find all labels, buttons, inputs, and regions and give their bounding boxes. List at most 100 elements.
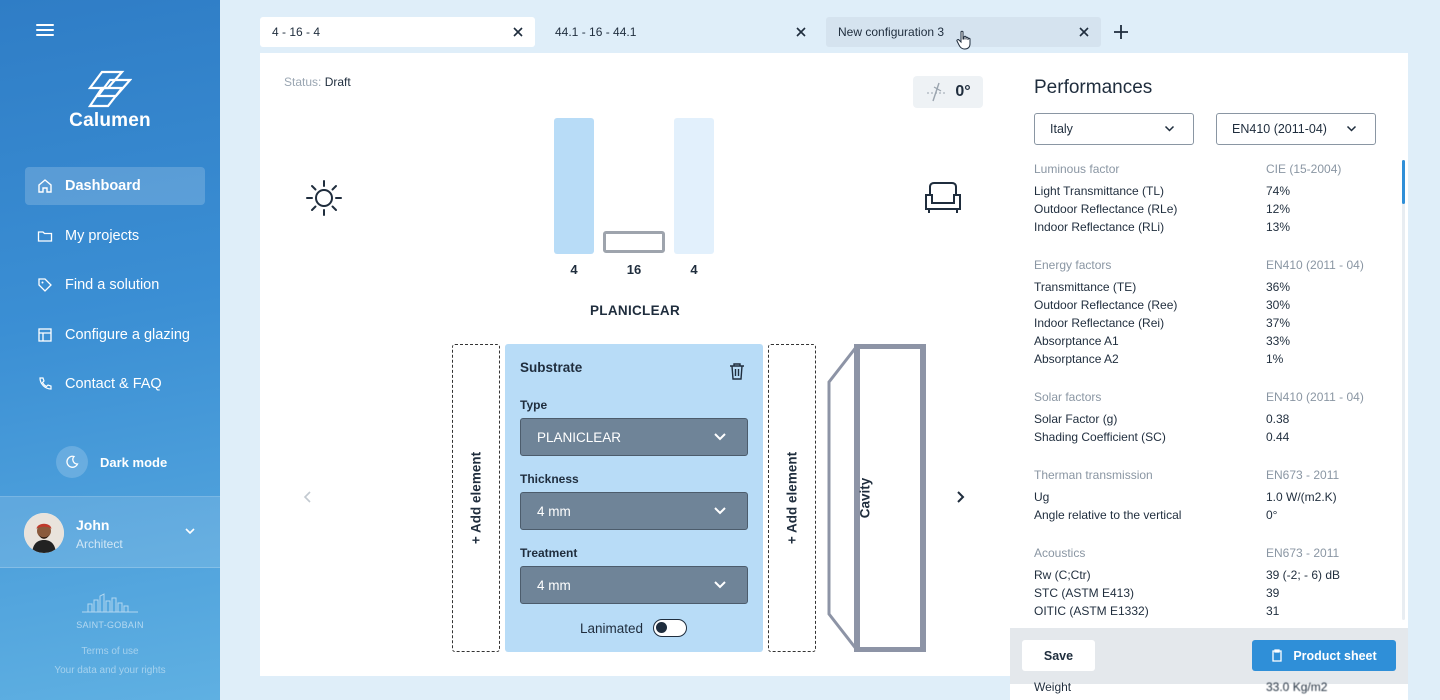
laminated-toggle[interactable] (653, 619, 688, 637)
perf-label: Indoor Reflectance (RLi) (1034, 220, 1165, 234)
perf-label: Shading Coefficient (SC) (1034, 430, 1166, 444)
menu-icon[interactable] (36, 24, 54, 38)
thickness-label: Thickness (520, 472, 579, 486)
trash-icon[interactable] (729, 362, 745, 380)
section-standard: EN410 (2011 - 04) (1266, 258, 1364, 272)
nav-item-my-projects[interactable]: My projects (25, 217, 205, 255)
layer-thickness: 16 (626, 262, 642, 277)
status-text: Status: Draft (284, 75, 351, 89)
type-label: Type (520, 398, 548, 412)
user-name: John (76, 517, 110, 533)
perf-value: 74% (1266, 184, 1291, 198)
tab-config-2[interactable]: 44.1 - 16 - 44.1 (543, 17, 818, 47)
type-select[interactable]: PLANICLEAR (520, 418, 748, 456)
sidebar: Calumen Dashboard My projects Find a sol… (0, 0, 220, 700)
brand-logo: Calumen (0, 70, 220, 132)
close-icon[interactable] (511, 25, 525, 39)
dark-mode-label: Dark mode (100, 454, 168, 470)
section-standard: CIE (15-2004) (1266, 162, 1342, 176)
add-element-label: + Add element (468, 451, 484, 545)
perf-label: Light Transmittance (TL) (1034, 184, 1165, 198)
perf-row: Angle relative to the vertical 0° (1034, 506, 1374, 524)
add-tab-plus-icon[interactable] (1112, 23, 1130, 41)
nav-item-label: My projects (65, 227, 140, 244)
perf-label: Ug (1034, 490, 1050, 504)
cavity-label: Cavity (857, 477, 873, 519)
perf-label: Rw (C;Ctr) (1034, 568, 1091, 582)
configuration-canvas: Status: Draft 0° 4 16 4 PLANICLEAR + Add… (260, 53, 1010, 676)
section-title: Luminous factor (1034, 162, 1120, 176)
cavity-element[interactable] (827, 344, 927, 652)
nav-item-contact-faq[interactable]: Contact & FAQ (25, 365, 205, 403)
moon-icon (56, 446, 88, 478)
chevron-right-icon[interactable] (954, 490, 966, 504)
glass-layer-1[interactable] (554, 118, 594, 254)
product-sheet-button[interactable]: Product sheet (1252, 640, 1396, 671)
rights-link[interactable]: Your data and your rights (0, 665, 220, 676)
cavity-layer[interactable] (603, 231, 665, 253)
chevron-down-icon[interactable] (184, 525, 196, 537)
perf-value: 37% (1266, 316, 1291, 330)
close-icon[interactable] (794, 25, 808, 39)
add-element-button-right[interactable]: + Add element (768, 344, 816, 652)
perf-value: 0.44 (1266, 430, 1290, 444)
glazing-angle-icon (927, 82, 946, 102)
section-title: Acoustics (1034, 546, 1086, 560)
nav-item-dashboard[interactable]: Dashboard (25, 167, 205, 205)
angle-control[interactable]: 0° (913, 76, 983, 108)
perf-row: Transmittance (TE) 36% (1034, 278, 1374, 296)
perf-value: 0.38 (1266, 412, 1290, 426)
perf-label: Absorptance A1 (1034, 334, 1119, 348)
perf-label: Absorptance A2 (1034, 352, 1119, 366)
perf-label: OITIC (ASTM E1332) (1034, 604, 1149, 618)
thickness-select[interactable]: 4 mm (520, 492, 748, 530)
section-solar: Solar factors EN410 (2011 - 04) Solar Fac… (1034, 388, 1374, 446)
tab-label: New configuration 3 (838, 25, 945, 39)
section-standard: EN673 - 2011 (1266, 468, 1340, 482)
chevron-down-icon (714, 507, 726, 515)
tab-config-1[interactable]: 4 - 16 - 4 (260, 17, 535, 47)
save-button[interactable]: Save (1022, 640, 1095, 671)
layout-icon (37, 327, 53, 343)
chevron-left-icon[interactable] (302, 490, 314, 504)
terms-link[interactable]: Terms of use (0, 646, 220, 657)
user-role: Architect (76, 537, 123, 551)
hand-cursor-icon (956, 30, 971, 50)
standard-select[interactable]: EN410 (2011-04) (1216, 113, 1376, 145)
perf-value: 39 (1266, 586, 1280, 600)
treatment-select[interactable]: 4 mm (520, 566, 748, 604)
product-sheet-label: Product sheet (1293, 648, 1377, 663)
section-energy: Energy factors EN410 (2011 - 04) Transmit… (1034, 256, 1374, 368)
section-acoustics: Acoustics EN673 - 2011 Rw (C;Ctr) 39 (-2; … (1034, 544, 1374, 620)
glass-layer-2[interactable] (674, 118, 714, 254)
perf-label: Outdoor Reflectance (RLe) (1034, 202, 1178, 216)
nav-item-find-solution[interactable]: Find a solution (25, 266, 205, 304)
perf-row: Absorptance A1 33% (1034, 332, 1374, 350)
treatment-label: Treatment (520, 546, 578, 560)
perf-value: 12% (1266, 202, 1291, 216)
perf-value: 13% (1266, 220, 1291, 234)
perf-row: OITIC (ASTM E1332) 31 (1034, 602, 1374, 620)
user-profile[interactable]: John Architect (0, 496, 220, 568)
perf-row: Outdoor Reflectance (RLe) 12% (1034, 200, 1374, 218)
saint-gobain-logo: SAINT-GOBAIN (0, 592, 220, 630)
performances-actions: Save Product sheet (1010, 628, 1408, 684)
product-name: PLANICLEAR (590, 303, 680, 318)
add-element-button-left[interactable]: + Add element (452, 344, 500, 652)
weight-label: Weight (1034, 680, 1072, 694)
nav-item-configure-glazing[interactable]: Configure a glazing (25, 316, 205, 354)
perf-value: 39 (-2; - 6) dB (1266, 568, 1341, 582)
country-select[interactable]: Italy (1034, 113, 1194, 145)
close-icon[interactable] (1077, 25, 1091, 39)
chevron-down-icon (714, 433, 726, 441)
laminated-label: Lanimated (580, 620, 644, 636)
clipboard-icon (1272, 649, 1282, 662)
calumen-logo-icon (88, 70, 132, 108)
tab-label: 4 - 16 - 4 (272, 25, 321, 39)
layer-thickness: 4 (690, 262, 698, 277)
phone-icon (37, 376, 53, 392)
company-name: SAINT-GOBAIN (76, 620, 144, 630)
performances-scrollbar[interactable] (1402, 160, 1405, 620)
dark-mode-toggle[interactable]: Dark mode (56, 446, 167, 478)
avatar (24, 513, 64, 553)
